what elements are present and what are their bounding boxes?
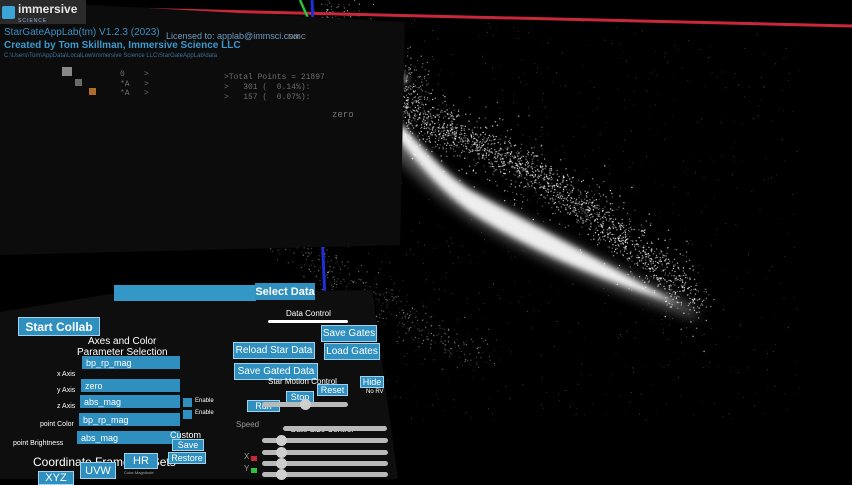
gate-x-label: X [244, 452, 250, 461]
z-axis-label: z Axis [57, 403, 76, 410]
gate-x-swatch [251, 456, 257, 461]
enable-brightness-label: Enable [195, 410, 214, 416]
readout-row3-b: > [144, 89, 149, 98]
gate-y-slider-knob[interactable] [276, 458, 287, 469]
point-brightness-select[interactable]: abs_mag [77, 431, 180, 444]
readout-row1-b: > [144, 70, 149, 79]
hide-button[interactable]: Hide [360, 376, 384, 388]
data-select-bar[interactable] [114, 285, 256, 301]
hr-sub-label: Color-Magnitude [124, 470, 154, 475]
axes-title-1: Axes and Color [88, 336, 157, 347]
readout-row3-a: *A [120, 89, 130, 98]
main-sequence-core [368, 100, 680, 305]
data-control-slider[interactable] [268, 320, 348, 323]
color-swatch-2 [75, 79, 82, 86]
z-axis-select[interactable]: abs_mag [80, 395, 180, 408]
enable-color-label: Enable [195, 398, 214, 404]
preset-xyz-button[interactable]: XYZ [38, 471, 74, 485]
select-data-button[interactable]: Select Data [255, 283, 315, 300]
gate-size-slider-1[interactable] [283, 426, 387, 431]
app-version: StarGateAppLab(tm) V1.2.3 (2023) [4, 27, 160, 38]
readout-row2-b: > [144, 80, 149, 89]
data-path: C:\Users\Tom\AppData\LocalLow\Immersive … [4, 53, 218, 59]
app-logo: immersive SCIENCE [0, 0, 86, 24]
gate-x-slider-knob[interactable] [276, 447, 287, 458]
speed-label: Speed [236, 420, 260, 429]
reset-button[interactable]: Reset [317, 384, 348, 396]
color-swatch-3 [89, 88, 96, 95]
reload-star-data-button[interactable]: Reload Star Data [233, 342, 315, 359]
no-rv-label: No RV [366, 389, 384, 395]
logo-brand: immersive [18, 2, 78, 16]
data-control-title: Data Control [286, 309, 331, 318]
point-color-select[interactable]: bp_rp_mag [79, 413, 180, 426]
custom-restore-button[interactable]: Restore [168, 452, 206, 464]
y-axis-label: y Axis [57, 387, 76, 394]
gate-size-knob-1[interactable] [276, 435, 287, 446]
created-by: Created by Tom Skillman, Immersive Scien… [4, 40, 241, 51]
custom-save-button[interactable]: Save [172, 439, 204, 451]
logo-sub: SCIENCE [18, 18, 48, 24]
start-collab-button[interactable]: Start Collab [18, 317, 100, 336]
gate-z-slider-knob[interactable] [276, 469, 287, 480]
gate-count-2: > 157 ( 0.07%): [224, 93, 311, 102]
point-color-label: point Color [40, 421, 74, 428]
scene-axis-label: zero [332, 110, 354, 120]
point-brightness-label: point Brightness [13, 440, 64, 447]
x-axis-label: x Axis [57, 371, 76, 378]
enable-color-checkbox[interactable] [183, 398, 192, 407]
load-gates-button[interactable]: Load Gates [324, 343, 380, 360]
preset-hr-button[interactable]: HR [124, 453, 158, 469]
color-swatch-1 [62, 67, 72, 76]
gate-count-1: > 301 ( 0.14%): [224, 83, 311, 92]
logo-mark-icon [2, 5, 15, 19]
y-axis-select[interactable]: zero [81, 379, 180, 392]
hud-top-text: Not C [288, 34, 306, 41]
preset-uvw-button[interactable]: UVW [80, 462, 116, 479]
x-axis-select[interactable]: bp_rp_mag [82, 356, 180, 369]
readout-row2-a: *A [120, 80, 130, 89]
speed-slider-knob[interactable] [300, 399, 311, 410]
readout-row1-a: 0 [120, 70, 125, 79]
logo-wordmark: immersive SCIENCE [18, 0, 77, 24]
total-points: >Total Points = 21897 [224, 73, 325, 82]
save-gates-button[interactable]: Save Gates [321, 325, 377, 342]
enable-brightness-checkbox[interactable] [183, 410, 192, 419]
gate-y-swatch [251, 468, 257, 473]
gate-y-label: Y [244, 464, 250, 473]
